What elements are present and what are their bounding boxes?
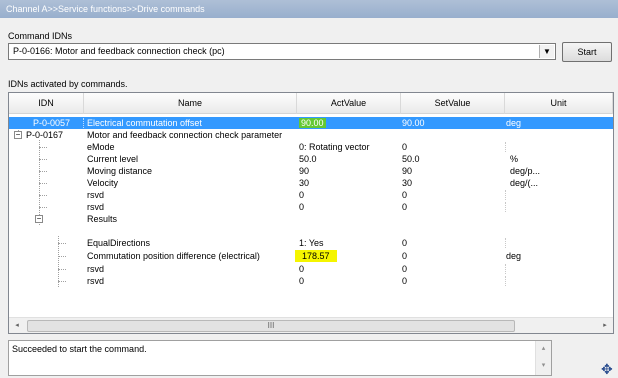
table-row[interactable]: − Results xyxy=(9,213,613,225)
chevron-down-icon[interactable]: ▼ xyxy=(539,45,554,58)
row-setvalue: 30 xyxy=(402,178,413,188)
column-separator xyxy=(505,190,506,200)
scroll-right-icon[interactable]: ▸ xyxy=(597,318,613,333)
tree-line xyxy=(39,207,47,208)
row-name: rsvd xyxy=(87,276,105,286)
row-actvalue: 0 xyxy=(299,276,305,286)
column-header-unit[interactable]: Unit xyxy=(505,93,613,114)
scroll-down-icon[interactable]: ▾ xyxy=(536,361,551,369)
row-actvalue: 0 xyxy=(299,202,305,212)
row-unit: deg/(... xyxy=(510,178,539,188)
row-actvalue: 0: Rotating vector xyxy=(299,142,370,152)
row-name: Commutation position difference (electri… xyxy=(87,251,260,261)
column-separator xyxy=(505,238,506,248)
collapse-toggle-icon[interactable]: − xyxy=(14,131,22,139)
status-message: Succeeded to start the command. xyxy=(12,344,147,354)
row-name: Motor and feedback connection check para… xyxy=(87,130,283,140)
tree-line xyxy=(58,281,66,282)
tree-line xyxy=(39,147,47,148)
tree-line xyxy=(58,269,66,270)
column-separator xyxy=(83,118,84,128)
table-row[interactable]: − P-0-0167 Motor and feedback connection… xyxy=(9,129,613,141)
scroll-left-icon[interactable]: ◂ xyxy=(9,318,25,333)
row-name: EqualDirections xyxy=(87,238,151,248)
row-name: Velocity xyxy=(87,178,119,188)
tree-line xyxy=(39,183,47,184)
row-setvalue: 0 xyxy=(402,238,408,248)
tree-line xyxy=(39,159,47,160)
table-row[interactable]: rsvd 0 0 xyxy=(9,189,613,201)
row-idn: P-0-0057 xyxy=(33,118,71,128)
tree-line xyxy=(39,171,47,172)
table-row[interactable]: rsvd 0 0 xyxy=(9,201,613,213)
table-header: IDN Name ActValue SetValue Unit xyxy=(9,93,613,114)
row-unit: deg/p... xyxy=(510,166,541,176)
row-setvalue: 50.0 xyxy=(402,154,420,164)
act-value-highlight: 90.00 xyxy=(299,118,326,128)
status-log[interactable]: Succeeded to start the command. ▴ ▾ xyxy=(8,340,552,376)
tree-line xyxy=(39,195,47,196)
column-separator xyxy=(505,276,506,286)
row-setvalue: 0 xyxy=(402,251,408,261)
row-name: Current level xyxy=(87,154,139,164)
row-unit: deg xyxy=(506,251,522,261)
row-name: rsvd xyxy=(87,202,105,212)
row-name: eMode xyxy=(87,142,115,152)
table-row[interactable]: Velocity 30 30 deg/(... xyxy=(9,177,613,189)
command-idn-select[interactable]: P-0-0166: Motor and feedback connection … xyxy=(8,43,556,60)
row-setvalue: 0 xyxy=(402,276,408,286)
scrollbar-thumb[interactable]: III xyxy=(27,320,515,332)
act-value-highlight: 178.57 xyxy=(295,250,337,262)
row-idn: P-0-0167 xyxy=(26,130,64,140)
collapse-toggle-icon[interactable]: − xyxy=(35,215,43,223)
row-name: Moving distance xyxy=(87,166,153,176)
table-row[interactable]: Commutation position difference (electri… xyxy=(9,249,613,263)
column-header-actvalue[interactable]: ActValue xyxy=(297,93,401,114)
scroll-up-icon[interactable]: ▴ xyxy=(536,344,551,352)
command-idn-value: P-0-0166: Motor and feedback connection … xyxy=(13,46,225,56)
column-separator xyxy=(505,202,506,212)
row-unit: deg xyxy=(506,118,522,128)
table-row[interactable]: rsvd 0 0 xyxy=(9,275,613,287)
row-unit: % xyxy=(510,154,519,164)
idn-table: IDN Name ActValue SetValue Unit P-0-0057… xyxy=(8,92,614,334)
row-name: Electrical commutation offset xyxy=(87,118,202,128)
table-row[interactable]: rsvd 0 0 xyxy=(9,263,613,275)
row-name: rsvd xyxy=(87,190,105,200)
start-button[interactable]: Start xyxy=(562,42,612,62)
activated-idns-label: IDNs activated by commands. xyxy=(8,79,128,89)
column-separator xyxy=(505,142,506,152)
table-row[interactable]: P-0-0057 Electrical commutation offset 9… xyxy=(9,117,613,129)
row-setvalue: 90 xyxy=(402,166,413,176)
command-idns-label: Command IDNs xyxy=(8,31,73,41)
column-header-idn[interactable]: IDN xyxy=(9,93,84,114)
column-separator xyxy=(505,264,506,274)
column-header-setvalue[interactable]: SetValue xyxy=(401,93,505,114)
table-row[interactable]: Current level 50.0 50.0 % xyxy=(9,153,613,165)
row-actvalue: 90 xyxy=(299,166,310,176)
row-setvalue: 0 xyxy=(402,264,408,274)
table-row[interactable]: eMode 0: Rotating vector 0 xyxy=(9,141,613,153)
breadcrumb: Channel A>>Service functions>>Drive comm… xyxy=(0,0,618,18)
table-row[interactable]: Moving distance 90 90 deg/p... xyxy=(9,165,613,177)
status-vertical-scrollbar[interactable]: ▴ ▾ xyxy=(535,341,551,375)
row-name: rsvd xyxy=(87,264,105,274)
row-setvalue: 0 xyxy=(402,190,408,200)
row-actvalue: 1: Yes xyxy=(299,238,324,248)
row-setvalue: 0 xyxy=(402,202,408,212)
tree-line xyxy=(58,243,66,244)
move-icon: ✥ xyxy=(601,361,613,377)
row-setvalue: 90.00 xyxy=(402,118,425,128)
row-setvalue: 0 xyxy=(402,142,408,152)
row-actvalue: 0 xyxy=(299,190,305,200)
row-actvalue: 0 xyxy=(299,264,305,274)
horizontal-scrollbar[interactable]: ◂ III ▸ xyxy=(9,317,613,333)
column-header-name[interactable]: Name xyxy=(84,93,297,114)
row-actvalue: 30 xyxy=(299,178,310,188)
row-name: Results xyxy=(87,214,118,224)
tree-line xyxy=(58,256,66,257)
table-row[interactable]: EqualDirections 1: Yes 0 xyxy=(9,237,613,249)
row-actvalue: 50.0 xyxy=(299,154,317,164)
